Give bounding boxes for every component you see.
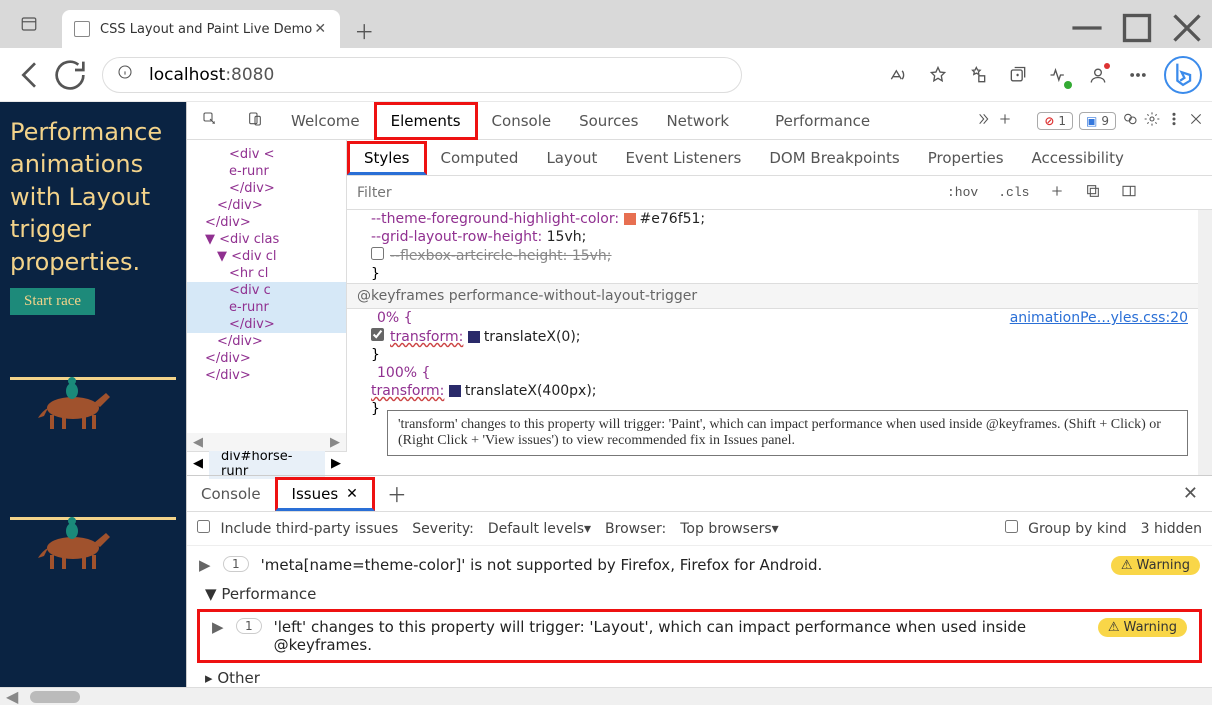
- subtab-event-listeners[interactable]: Event Listeners: [611, 141, 755, 175]
- browser-tab[interactable]: CSS Layout and Paint Live Demo ✕: [62, 10, 340, 48]
- settings-gear-icon[interactable]: [1144, 111, 1160, 131]
- more-tabs-icon[interactable]: [975, 111, 991, 131]
- more-menu-icon[interactable]: [1118, 55, 1158, 95]
- tab-elements[interactable]: Elements: [374, 102, 478, 140]
- new-rule-icon[interactable]: [1039, 183, 1075, 203]
- keyframes-header: @keyframes performance-without-layout-tr…: [347, 283, 1198, 309]
- bing-sidebar-icon[interactable]: [1164, 56, 1202, 94]
- close-devtools-icon[interactable]: [1188, 111, 1204, 131]
- dom-tree[interactable]: <div <e-runr</div></div></div>▼ <div cla…: [187, 140, 347, 451]
- minimize-button[interactable]: [1062, 8, 1112, 48]
- tab-welcome[interactable]: Welcome: [277, 102, 374, 140]
- url-port: :8080: [225, 65, 274, 85]
- page-favicon: [74, 21, 90, 37]
- close-window-button[interactable]: [1162, 8, 1212, 48]
- close-tab-icon[interactable]: ✕: [312, 21, 328, 37]
- page-horizontal-scrollbar[interactable]: ◀: [0, 687, 1212, 705]
- title-bar: CSS Layout and Paint Live Demo ✕ ＋: [0, 0, 1212, 48]
- styles-body[interactable]: --theme-foreground-highlight-color: #e76…: [347, 210, 1212, 475]
- close-drawer-icon[interactable]: ✕: [1169, 483, 1212, 504]
- favorites-bar-icon[interactable]: [958, 55, 998, 95]
- add-tool-icon[interactable]: [997, 111, 1013, 131]
- devtools-drawer: Console Issues✕ ＋ ✕ Include third-party …: [187, 475, 1212, 687]
- tab-title: CSS Layout and Paint Live Demo: [100, 22, 312, 37]
- tab-console[interactable]: Console: [478, 102, 566, 140]
- tab-performance[interactable]: Performance: [761, 102, 884, 140]
- warning-badge: ⚠ Warning: [1111, 556, 1200, 575]
- performance-icon[interactable]: [1038, 55, 1078, 95]
- app-menu-icon[interactable]: [0, 0, 58, 48]
- issues-list: ▶1 'meta[name=theme-color]' is not suppo…: [187, 546, 1212, 687]
- site-info-icon[interactable]: [117, 64, 133, 85]
- toggle-sidebar-icon[interactable]: [1111, 183, 1147, 203]
- url-host: localhost: [149, 65, 225, 85]
- copy-styles-icon[interactable]: [1075, 183, 1111, 203]
- hidden-count[interactable]: 3 hidden: [1141, 521, 1202, 537]
- page-content: Performance animations with Layout trigg…: [0, 102, 186, 687]
- source-link[interactable]: animationPe…yles.css:20: [1010, 310, 1188, 326]
- start-race-button[interactable]: Start race: [10, 288, 95, 315]
- address-bar[interactable]: localhost:8080: [102, 57, 742, 93]
- error-count-badge[interactable]: ⊘1: [1037, 112, 1073, 130]
- refresh-button[interactable]: [50, 55, 90, 95]
- hov-toggle[interactable]: :hov: [937, 185, 988, 200]
- add-drawer-tab-icon[interactable]: ＋: [375, 479, 419, 508]
- drawer-tab-issues[interactable]: Issues✕: [275, 477, 375, 511]
- subtab-accessibility[interactable]: Accessibility: [1018, 141, 1138, 175]
- back-button[interactable]: [10, 55, 50, 95]
- issue-row[interactable]: ▶1 'meta[name=theme-color]' is not suppo…: [187, 550, 1212, 581]
- subtab-layout[interactable]: Layout: [532, 141, 611, 175]
- styles-subtabs: Styles Computed Layout Event Listeners D…: [347, 140, 1212, 176]
- favorite-icon[interactable]: [918, 55, 958, 95]
- profile-icon[interactable]: [1078, 55, 1118, 95]
- tab-network[interactable]: Network: [652, 102, 743, 140]
- horse-2: [10, 505, 176, 585]
- new-tab-button[interactable]: ＋: [346, 12, 382, 48]
- styles-filter-input[interactable]: [347, 178, 937, 208]
- issue-row[interactable]: ▶1 'left' changes to this property will …: [200, 612, 1199, 660]
- horse-1: [10, 365, 176, 445]
- issue-category[interactable]: ▸ Other: [187, 665, 1212, 687]
- devtools-main-tabs: Welcome Elements Console Sources Network…: [187, 102, 1212, 140]
- close-icon: ✕: [346, 486, 358, 502]
- message-count-badge[interactable]: ▣9: [1079, 112, 1116, 130]
- include-third-party-checkbox[interactable]: Include third-party issues: [197, 520, 398, 537]
- severity-select[interactable]: Default levels▾: [488, 521, 591, 537]
- tab-sources[interactable]: Sources: [565, 102, 652, 140]
- read-aloud-icon[interactable]: [878, 55, 918, 95]
- property-tooltip: 'transform' changes to this property wil…: [387, 410, 1188, 456]
- devtools: Welcome Elements Console Sources Network…: [186, 102, 1212, 687]
- browser-toolbar: localhost:8080: [0, 48, 1212, 102]
- browser-select[interactable]: Top browsers▾: [680, 521, 778, 537]
- subtab-styles[interactable]: Styles: [347, 141, 427, 175]
- warning-badge: ⚠ Warning: [1098, 618, 1187, 637]
- dom-breadcrumb[interactable]: ◀ div#horse-runr ▶: [187, 451, 347, 475]
- prop-toggle[interactable]: [371, 247, 384, 260]
- device-icon[interactable]: [247, 111, 263, 131]
- maximize-button[interactable]: [1112, 8, 1162, 48]
- page-heading: Performance animations with Layout trigg…: [10, 116, 176, 278]
- kebab-menu-icon[interactable]: [1166, 111, 1182, 131]
- subtab-computed[interactable]: Computed: [427, 141, 533, 175]
- drawer-tab-console[interactable]: Console: [187, 476, 275, 512]
- subtab-dom-breakpoints[interactable]: DOM Breakpoints: [755, 141, 913, 175]
- collections-icon[interactable]: [998, 55, 1038, 95]
- subtab-properties[interactable]: Properties: [914, 141, 1018, 175]
- inspect-icon[interactable]: [202, 111, 218, 131]
- cls-toggle[interactable]: .cls: [988, 185, 1039, 200]
- prop-toggle[interactable]: [371, 328, 384, 341]
- feedback-icon[interactable]: [1122, 111, 1138, 131]
- issue-category[interactable]: ▼ Performance: [187, 581, 1212, 607]
- group-by-kind-checkbox[interactable]: Group by kind: [1005, 520, 1127, 537]
